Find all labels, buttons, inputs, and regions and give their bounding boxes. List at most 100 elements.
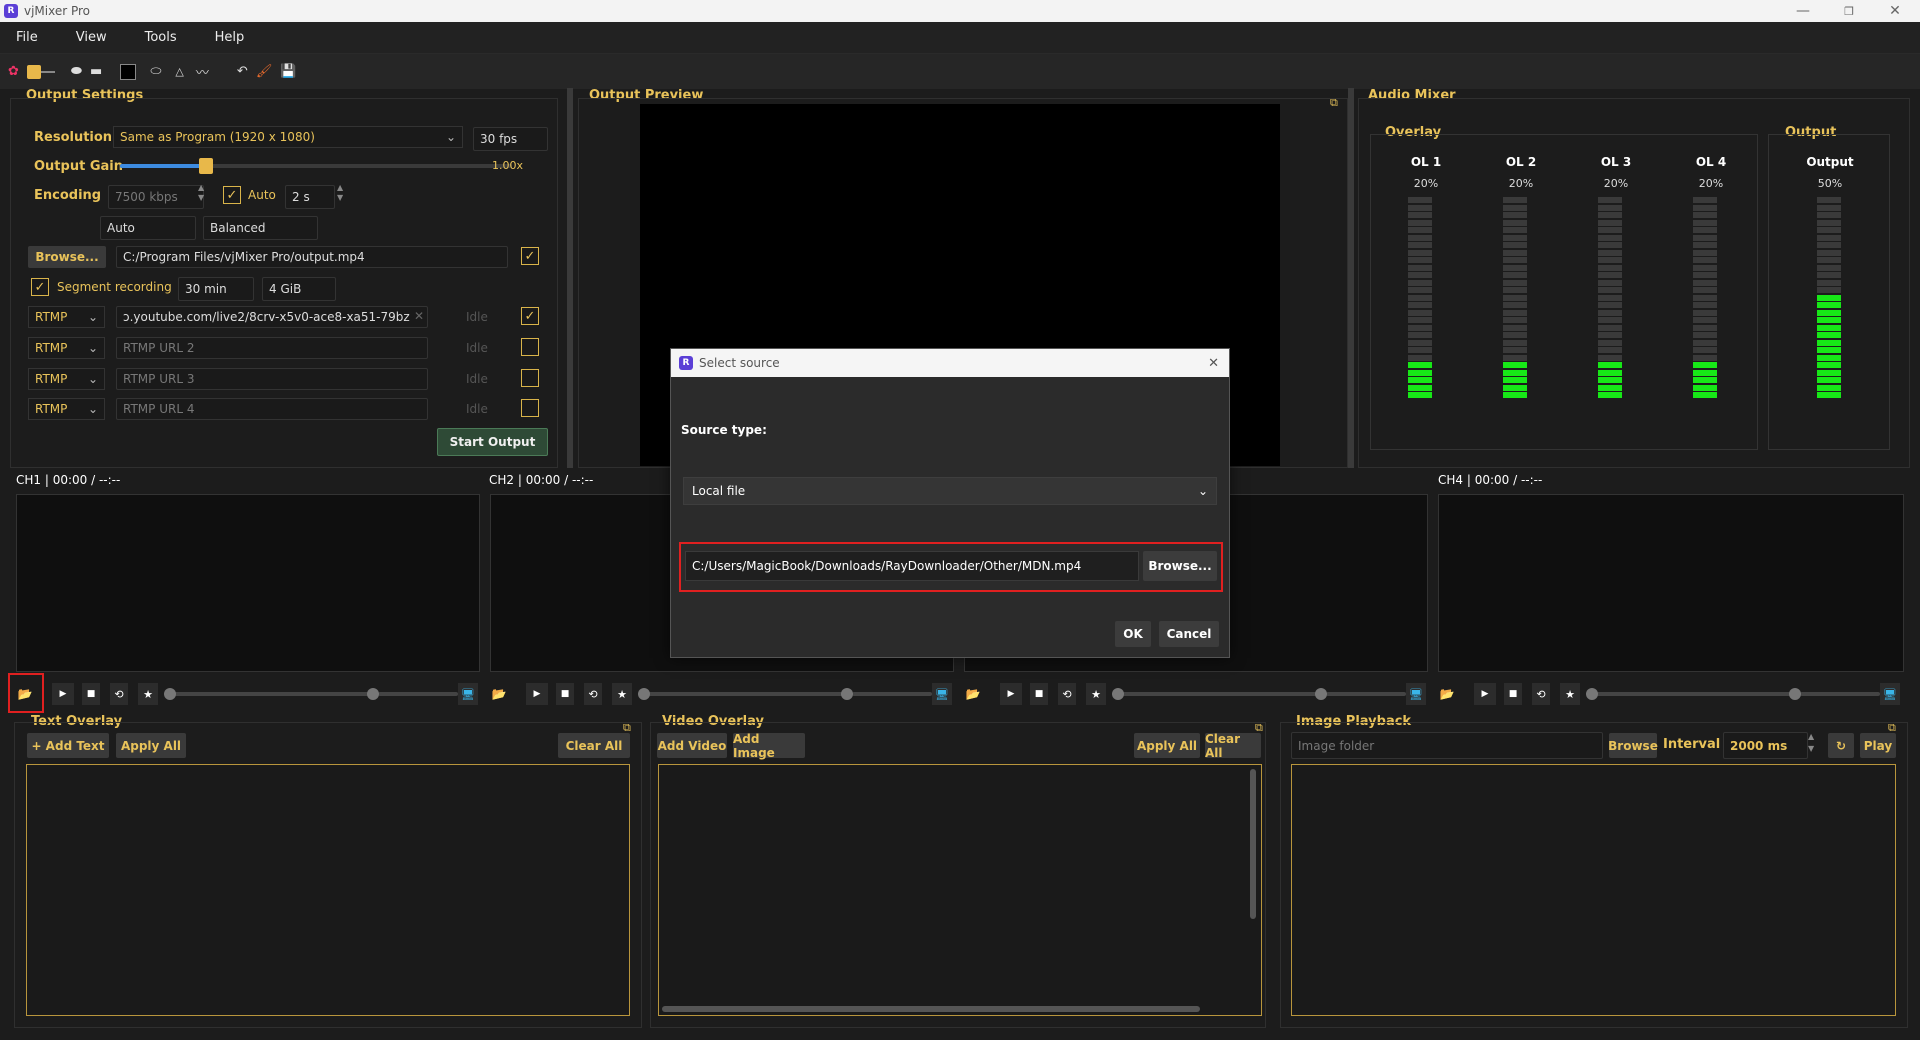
text-overlay-list[interactable] [26,764,630,1016]
add-text-button[interactable]: + Add Text [27,733,109,758]
ch3-loop-icon[interactable]: ⟲ [1058,683,1076,705]
ch4-play-icon[interactable]: ▶ [1474,683,1496,705]
file-path-input[interactable]: C:/Users/MagicBook/Downloads/RayDownload… [685,551,1139,581]
ch1-loop-icon[interactable]: ⟲ [110,683,128,705]
ch3-seek-slider[interactable] [1116,692,1318,696]
ch4-open-folder-icon[interactable]: 📂 [1436,683,1458,705]
save-icon[interactable]: 💾 [280,60,296,84]
menu-help[interactable]: Help [215,30,245,45]
undo-icon[interactable]: ↶ [237,60,248,84]
image-browse-button[interactable]: Browse [1608,733,1658,758]
ch3-stop-icon[interactable]: ■ [1030,683,1048,705]
minimize-icon[interactable]: — [1780,0,1826,22]
rtmp-protocol-select[interactable]: RTMP ⌄ [28,337,105,359]
ch3-volume-handle[interactable] [1315,688,1327,700]
text-clear-all-button[interactable]: Clear All [558,733,630,758]
ch2-open-folder-icon[interactable]: 📂 [488,683,510,705]
output-path-checkbox[interactable]: ✓ [521,247,539,265]
video-clear-all-button[interactable]: Clear All [1205,732,1261,760]
horizontal-scrollbar[interactable] [662,1006,1200,1012]
rtmp-enable-checkbox[interactable] [521,338,539,356]
output-path-input[interactable]: C:/Program Files/vjMixer Pro/output.mp4 [116,246,508,268]
menu-file[interactable]: File [16,30,38,45]
ch2-seek-slider[interactable] [642,692,844,696]
ch1-play-icon[interactable]: ▶ [52,683,74,705]
keyframe-stepper[interactable]: ▲ ▼ [337,183,343,203]
ch1-seek-slider[interactable] [168,692,370,696]
ch1-favorite-icon[interactable]: ★ [138,683,158,705]
triangle-icon[interactable]: △ [175,60,183,84]
restore-icon[interactable]: ❐ [1826,0,1872,22]
image-playback-list[interactable] [1291,764,1896,1016]
fps-input[interactable]: 30 fps [473,127,548,151]
ch4-volume-slider[interactable] [1800,692,1880,696]
ch4-seek-handle[interactable] [1586,688,1598,700]
rtmp-url-input[interactable]: RTMP URL 4 [116,398,428,420]
color-swatch-icon[interactable] [26,60,55,84]
menu-view[interactable]: View [76,30,107,45]
segment-minutes-input[interactable]: 30 min [178,277,254,301]
clear-icon[interactable]: ✕ [414,309,424,323]
gain-slider-track[interactable] [120,164,512,168]
cancel-button[interactable]: Cancel [1159,621,1219,647]
refresh-icon[interactable]: ↻ [1828,733,1854,758]
start-output-button[interactable]: Start Output [437,428,548,456]
source-type-select[interactable]: Local file ⌄ [683,477,1217,505]
ch3-send-to-output-icon[interactable]: 🖥 [1406,683,1426,705]
ch1-volume-handle[interactable] [367,688,379,700]
ch1-volume-slider[interactable] [378,692,458,696]
add-video-button[interactable]: Add Video [657,733,727,758]
brush-size-icon[interactable]: ⬬ [71,60,82,84]
ch3-favorite-icon[interactable]: ★ [1086,683,1106,705]
ch1-send-to-output-icon[interactable]: 🖥 [458,683,478,705]
segment-size-input[interactable]: 4 GiB [262,277,336,301]
ch1-stop-icon[interactable]: ■ [82,683,100,705]
ok-button[interactable]: OK [1115,621,1151,647]
image-folder-input[interactable]: Image folder [1291,732,1603,759]
bitrate-stepper[interactable]: ▲ ▼ [198,183,204,203]
interval-input[interactable]: 2000 ms [1723,732,1808,759]
rtmp-url-input[interactable]: ɔ.youtube.com/live2/8crv-x5v0-ace8-xa51-… [116,306,428,328]
ch4-stop-icon[interactable]: ■ [1504,683,1522,705]
line-width-icon[interactable]: ▬ [90,60,102,84]
bitrate-input[interactable]: 7500 kbps [108,185,204,209]
menu-tools[interactable]: Tools [145,30,177,45]
resolution-select[interactable]: Same as Program (1920 x 1080) ⌄ [113,126,463,148]
rtmp-protocol-select[interactable]: RTMP ⌄ [28,306,105,328]
ch1-open-folder-icon[interactable]: 📂 [14,683,36,705]
keyframe-input[interactable]: 2 s [285,185,335,209]
auto-checkbox[interactable]: ✓ [223,186,241,204]
ch3-open-folder-icon[interactable]: 📂 [962,683,984,705]
ch4-volume-handle[interactable] [1789,688,1801,700]
ch4-send-to-output-icon[interactable]: 🖥 [1880,683,1900,705]
ellipse-icon[interactable]: ⬭ [150,60,161,84]
ch3-play-icon[interactable]: ▶ [1000,683,1022,705]
ch4-favorite-icon[interactable]: ★ [1560,683,1580,705]
ch2-volume-handle[interactable] [841,688,853,700]
ch4-seek-slider[interactable] [1590,692,1792,696]
video-overlay-list[interactable] [658,764,1262,1016]
rtmp-url-input[interactable]: RTMP URL 3 [116,368,428,390]
rtmp-url-input[interactable]: RTMP URL 2 [116,337,428,359]
dialog-browse-button[interactable]: Browse... [1143,551,1217,581]
rtmp-enable-checkbox[interactable] [521,399,539,417]
output-browse-button[interactable]: Browse... [28,246,106,268]
vertical-scrollbar[interactable] [1250,769,1256,919]
ch2-favorite-icon[interactable]: ★ [612,683,632,705]
text-apply-all-button[interactable]: Apply All [116,733,186,758]
play-button[interactable]: Play [1860,733,1896,758]
rtmp-protocol-select[interactable]: RTMP ⌄ [28,398,105,420]
rtmp-protocol-select[interactable]: RTMP ⌄ [28,368,105,390]
splitter[interactable] [1348,88,1354,468]
ch2-send-to-output-icon[interactable]: 🖥 [932,683,952,705]
gain-slider-handle[interactable] [199,158,214,174]
ch2-volume-slider[interactable] [852,692,932,696]
ch3-volume-slider[interactable] [1326,692,1406,696]
ch2-play-icon[interactable]: ▶ [526,683,548,705]
eraser-icon[interactable]: 🖌 [256,60,273,84]
encoder-select[interactable]: Auto [100,216,196,240]
ch4-loop-icon[interactable]: ⟲ [1532,683,1550,705]
add-image-button[interactable]: Add Image [733,732,805,760]
ch2-seek-handle[interactable] [638,688,650,700]
ch2-stop-icon[interactable]: ■ [556,683,574,705]
